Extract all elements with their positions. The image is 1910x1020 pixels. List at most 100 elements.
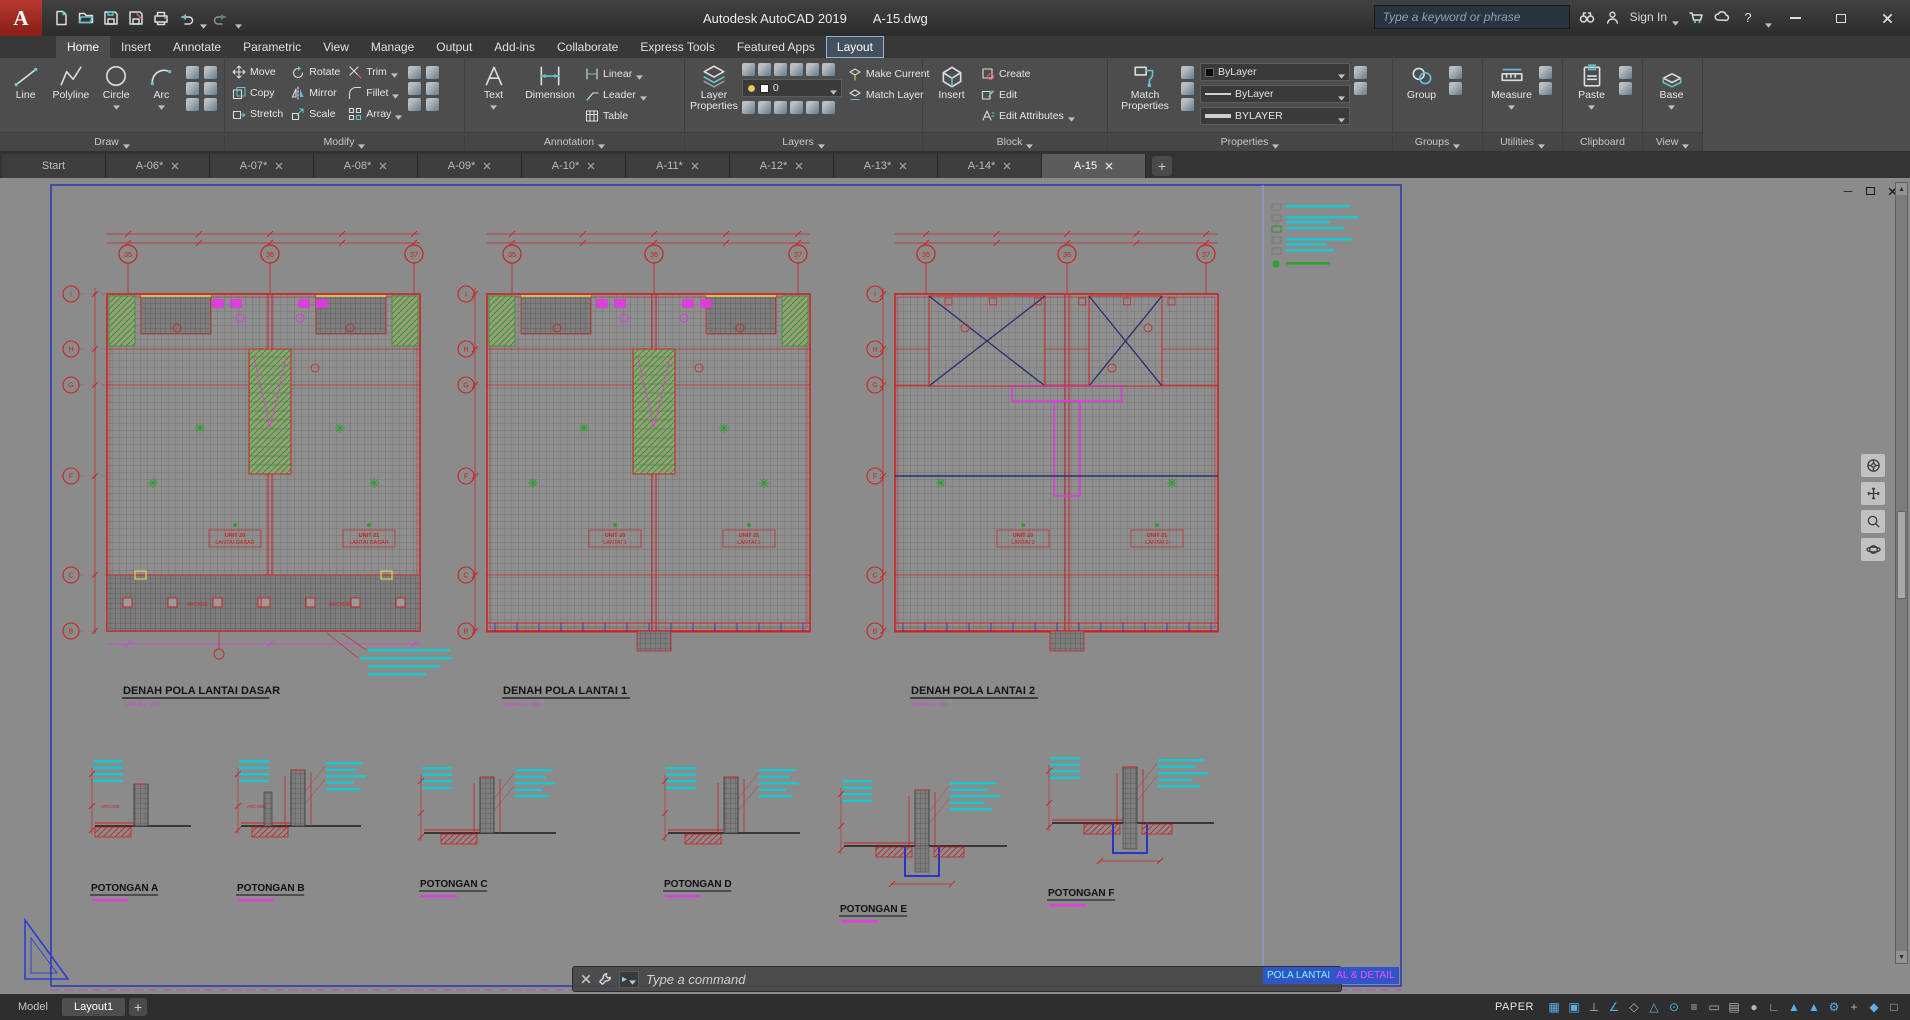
panel-label-groups[interactable]: Groups xyxy=(1393,132,1482,151)
tab-close-icon[interactable] xyxy=(899,162,907,170)
status-icon[interactable]: ∠ xyxy=(1604,997,1624,1017)
file-tab[interactable]: Start xyxy=(2,154,106,178)
properties-palette-icon[interactable] xyxy=(1354,82,1367,95)
ungroup-icon[interactable] xyxy=(1449,66,1462,79)
move-button[interactable]: Move xyxy=(230,61,285,82)
quick-calc-icon[interactable] xyxy=(1539,82,1552,95)
status-icon[interactable]: ▲ xyxy=(1804,997,1824,1017)
panel-label-layers[interactable]: Layers xyxy=(685,132,922,151)
layer-lock-icon[interactable] xyxy=(773,62,787,76)
tab-close-icon[interactable] xyxy=(275,162,283,170)
steering-wheel-icon[interactable] xyxy=(1860,453,1886,478)
status-icon[interactable]: + xyxy=(1844,997,1864,1017)
autocad-logo-icon[interactable]: A xyxy=(0,0,42,36)
ribbon-tab[interactable]: Annotate xyxy=(162,36,232,58)
stretch-button[interactable]: Stretch xyxy=(230,103,285,124)
maximize-button[interactable] xyxy=(1818,0,1864,36)
tab-close-icon[interactable] xyxy=(1105,162,1113,170)
drawing-restore-icon[interactable] xyxy=(1862,184,1878,198)
model-tab[interactable]: Model xyxy=(6,998,60,1016)
erase-icon[interactable] xyxy=(408,66,422,79)
pdf-underlay-icon[interactable] xyxy=(1181,66,1194,79)
create-block-button[interactable]: Create xyxy=(979,63,1077,84)
undo-dropdown-icon[interactable] xyxy=(200,16,207,21)
tab-close-icon[interactable] xyxy=(379,162,387,170)
paper-space-button[interactable]: PAPER xyxy=(1487,998,1542,1016)
fillet-button[interactable]: Fillet xyxy=(346,82,404,103)
file-tab[interactable]: A-06* xyxy=(106,154,210,178)
layer-off-icon[interactable] xyxy=(821,62,835,76)
status-icon[interactable]: ▲ xyxy=(1784,997,1804,1017)
circle-button[interactable]: Circle xyxy=(96,61,137,109)
qat-menu-icon[interactable] xyxy=(235,16,242,21)
ribbon-tab[interactable]: Manage xyxy=(360,36,425,58)
frame-icon[interactable] xyxy=(1181,82,1194,95)
customize-wrench-icon[interactable] xyxy=(598,972,612,986)
make-current-button[interactable]: Make Current xyxy=(846,63,932,84)
panel-label-view[interactable]: View xyxy=(1643,132,1702,151)
paste-button[interactable]: Paste xyxy=(1568,61,1615,109)
new-layout-button[interactable]: + xyxy=(129,998,148,1016)
status-icon[interactable]: □ xyxy=(1884,997,1904,1017)
trim-button[interactable]: Trim xyxy=(346,61,404,82)
copy-clip-icon[interactable] xyxy=(1619,82,1632,95)
layer-merge-icon[interactable] xyxy=(773,100,787,114)
arc-button[interactable]: Arc xyxy=(141,61,182,109)
table-button[interactable]: Table xyxy=(583,105,649,126)
ribbon-tab[interactable]: Insert xyxy=(110,36,162,58)
rotate-button[interactable]: Rotate xyxy=(289,61,342,82)
insert-button[interactable]: Insert xyxy=(928,61,975,101)
command-line[interactable]: ▸ Type a command xyxy=(572,966,1342,992)
status-icon[interactable]: ◇ xyxy=(1624,997,1644,1017)
fade-icon[interactable] xyxy=(1181,98,1194,111)
save-as-icon[interactable] xyxy=(125,7,147,29)
line-button[interactable]: Line xyxy=(5,61,46,101)
panel-label-clipboard[interactable]: Clipboard xyxy=(1563,132,1642,151)
layer-select-combo[interactable]: 0 xyxy=(741,79,842,97)
tab-close-icon[interactable] xyxy=(1003,162,1011,170)
file-tab[interactable]: A-08* xyxy=(314,154,418,178)
status-icon[interactable]: ≡ xyxy=(1684,997,1704,1017)
panel-label-draw[interactable]: Draw xyxy=(0,132,224,151)
array-button[interactable]: Array xyxy=(346,103,404,124)
scrollbar-thumb[interactable] xyxy=(1897,510,1906,599)
cad-drawing[interactable]: 35 36 37IHGFCBUNIT 20LANTAI DASARUNIT 21LA… xyxy=(0,178,1910,994)
break-icon[interactable] xyxy=(408,98,422,111)
user-icon[interactable] xyxy=(1604,8,1622,26)
file-tab[interactable]: A-11* xyxy=(626,154,730,178)
panel-label-properties[interactable]: Properties xyxy=(1108,132,1392,151)
scroll-up-icon[interactable]: ▲ xyxy=(1896,183,1907,195)
status-icon[interactable]: ● xyxy=(1744,997,1764,1017)
keyword-search[interactable] xyxy=(1373,5,1570,29)
file-tab[interactable]: A-14* xyxy=(938,154,1042,178)
status-icon[interactable]: ∟ xyxy=(1764,997,1784,1017)
panel-label-block[interactable]: Block xyxy=(923,132,1107,151)
rectangle-icon[interactable] xyxy=(186,66,199,79)
mirror-button[interactable]: Mirror xyxy=(289,82,342,103)
layer-unisolate-icon[interactable] xyxy=(805,62,819,76)
app-store-icon[interactable] xyxy=(1687,8,1705,26)
lengthen-icon[interactable] xyxy=(426,98,440,111)
lineweight-combo[interactable]: BYLAYER xyxy=(1200,107,1350,125)
join-icon[interactable] xyxy=(426,82,440,95)
file-tab[interactable]: A-13* xyxy=(834,154,938,178)
command-close-icon[interactable] xyxy=(581,974,591,984)
command-prompt-text[interactable]: Type a command xyxy=(646,972,745,987)
ribbon-tab[interactable]: Express Tools xyxy=(629,36,725,58)
edit-block-button[interactable]: Edit xyxy=(979,84,1077,105)
layer-prev-icon[interactable] xyxy=(805,100,819,114)
hatch-icon[interactable] xyxy=(186,82,199,95)
layer-walk-icon[interactable] xyxy=(741,100,755,114)
layout1-tab[interactable]: Layout1 xyxy=(61,998,126,1016)
ribbon-tab[interactable]: Collaborate xyxy=(546,36,629,58)
ellipse-icon[interactable] xyxy=(204,66,217,79)
panel-label-annotation[interactable]: Annotation xyxy=(465,132,684,151)
base-button[interactable]: Base xyxy=(1648,61,1695,109)
match-layer-button[interactable]: Match Layer xyxy=(846,84,932,105)
status-icon[interactable]: ⊙ xyxy=(1664,997,1684,1017)
file-tab[interactable]: A-15 xyxy=(1042,154,1146,178)
status-icon[interactable]: ⚙ xyxy=(1824,997,1844,1017)
region-icon[interactable] xyxy=(186,98,199,111)
cut-icon[interactable] xyxy=(1619,66,1632,79)
status-icon[interactable]: ▤ xyxy=(1724,997,1744,1017)
